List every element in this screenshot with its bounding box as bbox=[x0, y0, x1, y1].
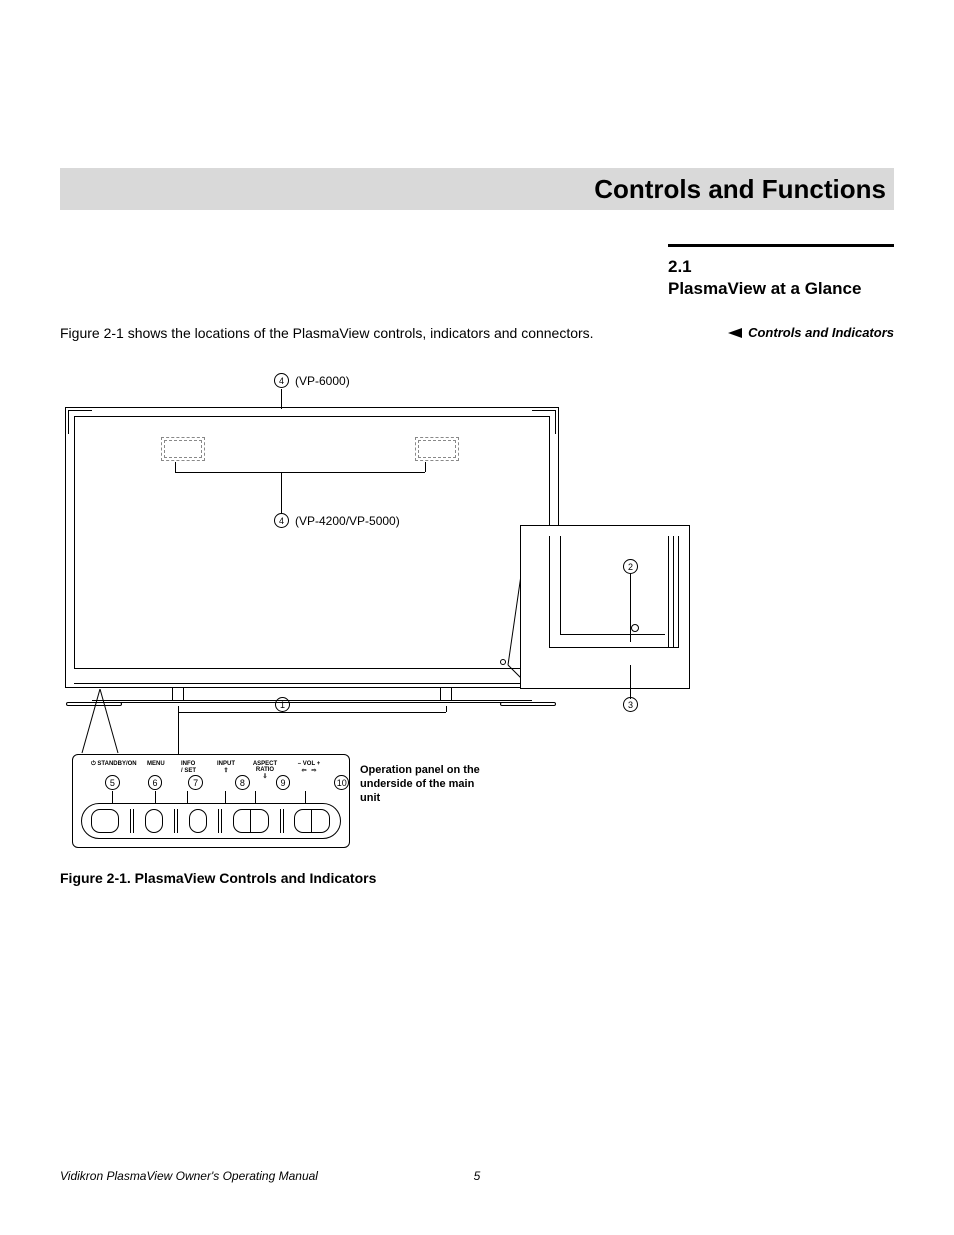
chapter-header: Controls and Functions bbox=[60, 168, 894, 210]
callout-number-7: 7 bbox=[188, 775, 203, 790]
leader-line bbox=[187, 791, 188, 803]
leader-line bbox=[305, 791, 306, 803]
margin-note-text: Controls and Indicators bbox=[748, 325, 894, 340]
footer-page-number: 5 bbox=[474, 1169, 481, 1183]
callout-2: 2 bbox=[623, 559, 638, 574]
aspect-down-button[interactable] bbox=[251, 809, 269, 833]
callout-number-5: 5 bbox=[105, 775, 120, 790]
handle-icon bbox=[161, 437, 205, 461]
section-heading-block: 2.1 PlasmaView at a Glance bbox=[668, 244, 894, 299]
handle-icon bbox=[415, 437, 459, 461]
leader-line bbox=[178, 712, 446, 713]
leader-line bbox=[175, 472, 425, 473]
callout-number-8: 8 bbox=[235, 775, 250, 790]
panel-callout-row: 5 6 7 8 9 10 bbox=[73, 775, 349, 790]
arrow-left-icon bbox=[728, 328, 742, 338]
leader-line bbox=[175, 462, 176, 472]
callout-number-9: 9 bbox=[276, 775, 291, 790]
callout-text-vp4200: (VP-4200/VP-5000) bbox=[295, 514, 400, 528]
leader-line bbox=[255, 791, 256, 803]
section-name: PlasmaView at a Glance bbox=[668, 279, 894, 299]
callout-number-10: 10 bbox=[334, 775, 349, 790]
leader-line bbox=[630, 665, 631, 699]
leader-line bbox=[155, 791, 156, 803]
figure-caption: Figure 2-1. PlasmaView Controls and Indi… bbox=[60, 870, 376, 886]
divider bbox=[130, 809, 134, 833]
up-arrow-icon: ⇧ bbox=[223, 768, 228, 774]
leader-v bbox=[80, 689, 120, 755]
callout-number-4: 4 bbox=[274, 373, 289, 388]
intro-paragraph: Figure 2-1 shows the locations of the Pl… bbox=[60, 325, 594, 341]
callout-text-vp6000: (VP-6000) bbox=[295, 374, 350, 388]
callout-number-1: 1 bbox=[275, 697, 290, 712]
right-arrow-icon: ⇨ bbox=[312, 768, 317, 774]
stand-leg bbox=[172, 688, 184, 700]
standby-button[interactable] bbox=[91, 809, 119, 833]
panel-button-row bbox=[81, 803, 341, 839]
leader-line bbox=[630, 574, 631, 642]
divider bbox=[218, 809, 222, 833]
callout-4-vp4200: 4 (VP-4200/VP-5000) bbox=[274, 513, 400, 528]
margin-note: Controls and Indicators bbox=[728, 325, 894, 340]
leader-line bbox=[282, 712, 283, 713]
power-icon: ⏻ bbox=[91, 761, 96, 767]
label-standby: STANDBY/ON bbox=[97, 761, 136, 767]
leader-line bbox=[178, 706, 179, 754]
callout-3: 3 bbox=[623, 697, 638, 712]
input-up-button[interactable] bbox=[233, 809, 251, 833]
menu-button[interactable] bbox=[145, 809, 163, 833]
panel-caption: Operation panel on the underside of the … bbox=[360, 763, 480, 805]
led-icon bbox=[631, 624, 639, 632]
callout-1: 1 bbox=[275, 697, 290, 712]
section-number: 2.1 bbox=[668, 257, 894, 277]
leader-line bbox=[446, 706, 447, 712]
divider bbox=[174, 809, 178, 833]
callout-4-vp6000: 4 (VP-6000) bbox=[274, 373, 350, 388]
leader-line bbox=[281, 389, 282, 409]
leader-line bbox=[282, 711, 283, 712]
left-arrow-icon: ⇦ bbox=[301, 768, 306, 774]
callout-number-2: 2 bbox=[623, 559, 638, 574]
leader-line bbox=[425, 462, 426, 472]
operation-panel: ⏻ STANDBY/ON MENU INFO / SET INPUT⇧ ASPE… bbox=[72, 754, 350, 848]
divider bbox=[280, 809, 284, 833]
zoom-inset bbox=[520, 525, 690, 689]
leader-line bbox=[225, 791, 226, 803]
vol-up-button[interactable] bbox=[312, 809, 330, 833]
callout-number-3: 3 bbox=[623, 697, 638, 712]
info-set-button[interactable] bbox=[189, 809, 207, 833]
stand-leg bbox=[440, 688, 452, 700]
page-footer: Vidikron PlasmaView Owner's Operating Ma… bbox=[60, 1169, 894, 1183]
chapter-title: Controls and Functions bbox=[594, 174, 886, 205]
callout-number-4: 4 bbox=[274, 513, 289, 528]
vol-down-button[interactable] bbox=[294, 809, 312, 833]
leader-line bbox=[112, 791, 113, 803]
figure-2-1: 4 (VP-6000) 4 (VP-4200/VP-5000) bbox=[60, 365, 690, 855]
callout-number-6: 6 bbox=[148, 775, 163, 790]
leader-line bbox=[281, 472, 282, 514]
